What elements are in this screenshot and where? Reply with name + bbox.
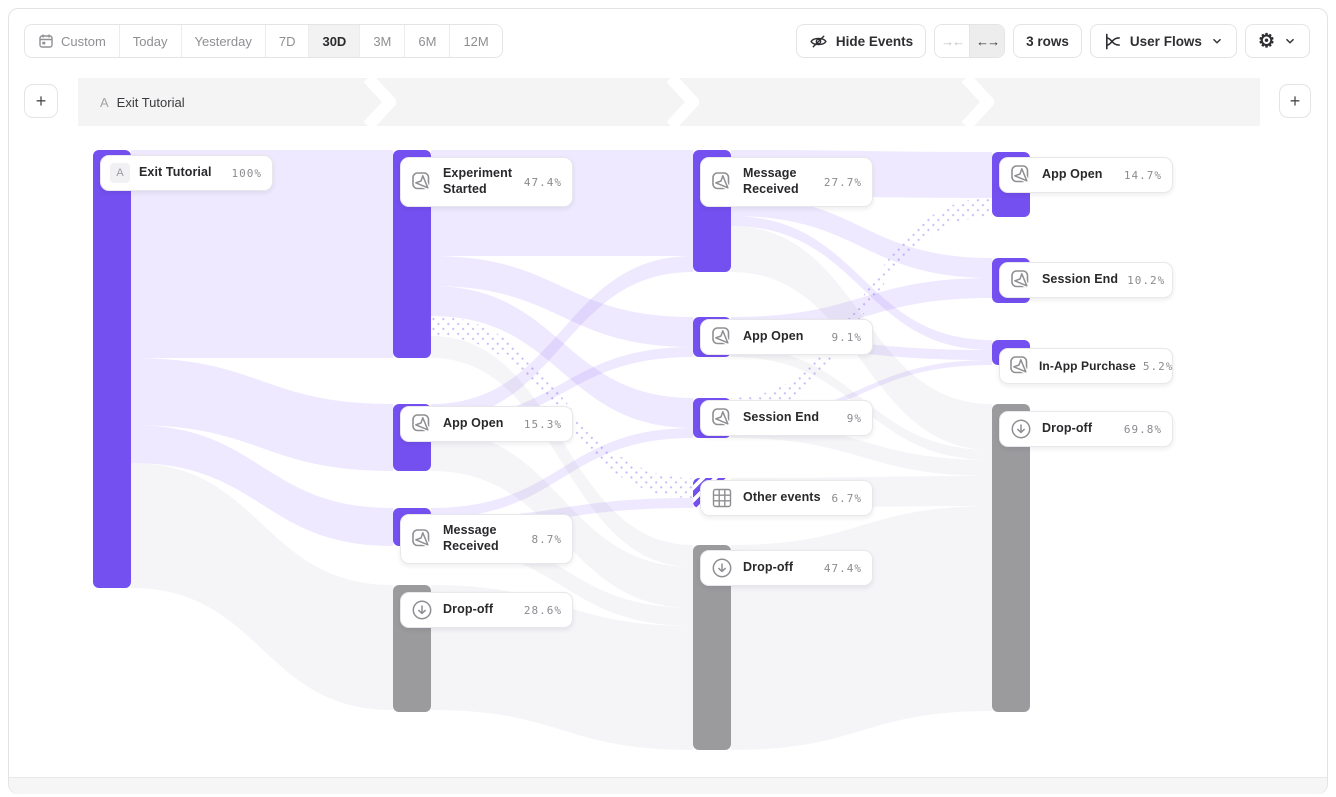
- chevron-down-icon: [1210, 34, 1224, 48]
- event-cursor-icon: [710, 170, 734, 194]
- add-step-right-button[interactable]: +: [1279, 84, 1311, 118]
- node-message-received-c3[interactable]: Message Received 27.7%: [700, 157, 873, 207]
- date-range-today[interactable]: Today: [119, 25, 181, 57]
- node-other-events-c3[interactable]: Other events 6.7%: [700, 480, 873, 516]
- start-step-label[interactable]: A Exit Tutorial: [100, 78, 185, 126]
- bottom-scrollbar-track[interactable]: [9, 777, 1327, 794]
- sankey-bar-dropoff-4[interactable]: [992, 404, 1030, 712]
- flow-steps-band: A Exit Tutorial: [78, 78, 1260, 126]
- node-dropoff-c4[interactable]: Drop-off 69.8%: [999, 411, 1173, 447]
- date-range-7d[interactable]: 7D: [265, 25, 309, 57]
- node-dropoff-c3[interactable]: Drop-off 47.4%: [700, 550, 873, 586]
- chevron-down-icon: [1283, 34, 1297, 48]
- sankey-bar-exit-tutorial[interactable]: [93, 150, 131, 588]
- dropoff-icon: [710, 556, 734, 580]
- date-range-6m[interactable]: 6M: [404, 25, 449, 57]
- event-cursor-icon: [710, 406, 734, 430]
- step-chevron-separator: [667, 78, 699, 126]
- add-step-left-button[interactable]: +: [24, 84, 58, 118]
- step-chevron-separator: [962, 78, 994, 126]
- sankey-flow-ribbons: [0, 126, 1336, 777]
- dropoff-icon: [1009, 417, 1033, 441]
- node-dropoff-c2[interactable]: Drop-off 28.6%: [400, 592, 573, 628]
- grid-icon: [710, 486, 734, 510]
- view-selector-dropdown[interactable]: User Flows: [1090, 24, 1237, 58]
- eye-off-icon: [809, 32, 828, 51]
- step-chevron-separator: [364, 78, 396, 126]
- date-range-3m[interactable]: 3M: [359, 25, 404, 57]
- node-app-open-c2[interactable]: App Open 15.3%: [400, 406, 573, 442]
- event-cursor-icon: [1009, 163, 1033, 187]
- event-cursor-icon: [410, 412, 434, 436]
- node-message-received-c2[interactable]: Message Received 8.7%: [400, 514, 573, 564]
- node-app-open-c3[interactable]: App Open 9.1%: [700, 319, 873, 355]
- event-cursor-icon: [410, 170, 434, 194]
- rows-button[interactable]: 3 rows: [1013, 24, 1082, 58]
- expand-columns-button[interactable]: ←→: [969, 25, 1004, 57]
- event-cursor-icon: [1008, 354, 1032, 378]
- date-range-group: Custom Today Yesterday 7D 30D 3M 6M 12M: [24, 24, 503, 58]
- node-session-end-c4[interactable]: Session End 10.2%: [999, 262, 1173, 298]
- event-cursor-icon: [1009, 268, 1033, 292]
- node-in-app-purchase-c4[interactable]: In-App Purchase 5.2%: [999, 348, 1173, 384]
- date-range-12m[interactable]: 12M: [449, 25, 501, 57]
- node-app-open-c4[interactable]: App Open 14.7%: [999, 157, 1173, 193]
- settings-dropdown[interactable]: ⚙: [1245, 24, 1310, 58]
- dropoff-icon: [410, 598, 434, 622]
- step-letter-badge: A: [100, 95, 109, 110]
- collapse-columns-button[interactable]: →←: [935, 25, 969, 57]
- user-flows-sankey: A Exit Tutorial 100% Experiment Started …: [0, 126, 1336, 777]
- date-range-yesterday[interactable]: Yesterday: [181, 25, 265, 57]
- node-exit-tutorial[interactable]: A Exit Tutorial 100%: [100, 155, 273, 191]
- flow-chart-icon: [1103, 32, 1122, 51]
- step-a-badge: A: [110, 163, 130, 183]
- node-session-end-c3[interactable]: Session End 9%: [700, 400, 873, 436]
- arrows-expand-icon: ←→: [976, 34, 998, 49]
- node-experiment-started[interactable]: Experiment Started 47.4%: [400, 157, 573, 207]
- date-range-30d[interactable]: 30D: [308, 25, 359, 57]
- calendar-icon: [38, 33, 54, 49]
- date-range-custom[interactable]: Custom: [25, 25, 119, 57]
- date-range-label: Custom: [61, 34, 106, 49]
- event-cursor-icon: [410, 527, 434, 551]
- hide-events-button[interactable]: Hide Events: [796, 24, 926, 58]
- event-cursor-icon: [710, 325, 734, 349]
- arrows-collapse-icon: →←: [941, 34, 963, 49]
- gear-icon: ⚙: [1258, 32, 1275, 51]
- toolbar-right: Hide Events →← ←→ 3 rows User Flows ⚙: [796, 24, 1310, 58]
- column-width-segmented: →← ←→: [934, 24, 1005, 58]
